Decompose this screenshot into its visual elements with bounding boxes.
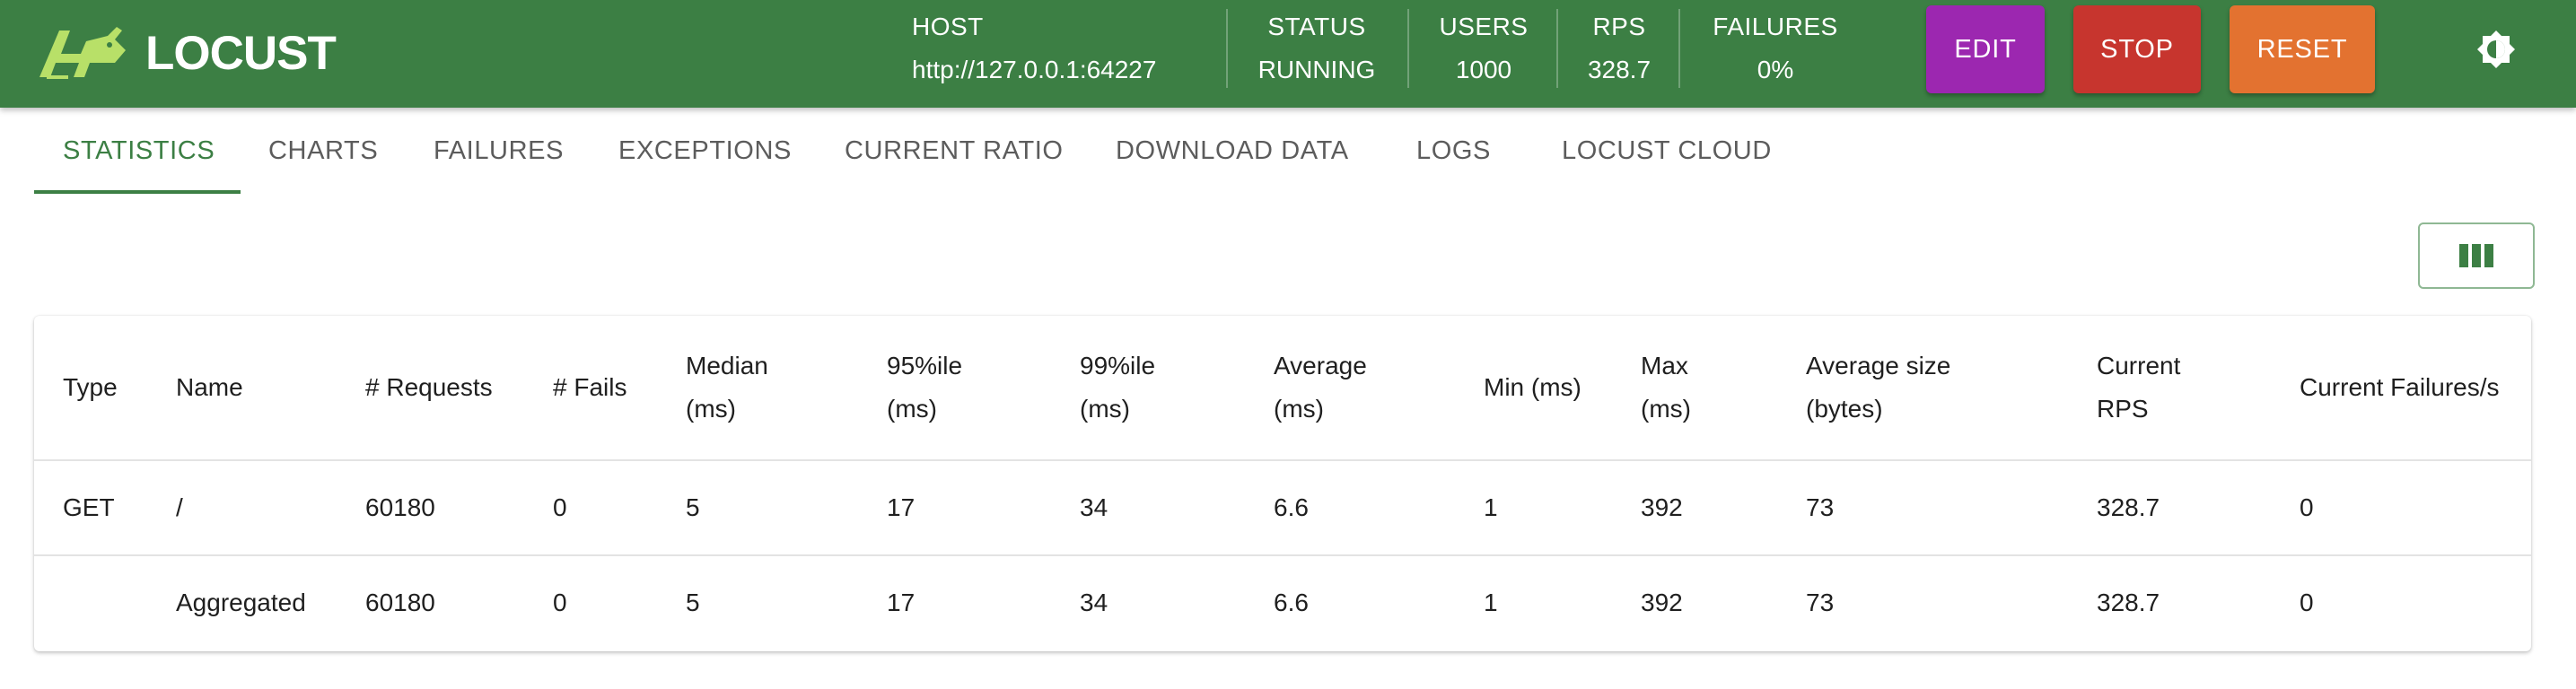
locust-logo-icon bbox=[39, 27, 126, 79]
tab-locust-cloud[interactable]: LOCUST CLOUD bbox=[1562, 109, 1772, 192]
cell-p99: 34 bbox=[1080, 493, 1108, 521]
cell-average: 6.6 bbox=[1274, 589, 1309, 616]
cell-name: / bbox=[176, 493, 183, 521]
tab-current-ratio[interactable]: CURRENT RATIO bbox=[845, 109, 1064, 192]
cell-max: 392 bbox=[1641, 589, 1683, 616]
active-tab-indicator bbox=[34, 190, 241, 194]
rps-label: RPS bbox=[1592, 13, 1646, 40]
cell-average: 6.6 bbox=[1274, 493, 1309, 521]
rps-stat: RPS 328.7 bbox=[1573, 0, 1666, 108]
users-stat: USERS 1000 bbox=[1424, 0, 1544, 108]
cell-name: Aggregated bbox=[176, 589, 306, 616]
cell-current-rps: 328.7 bbox=[2097, 493, 2160, 521]
cell-fails: 0 bbox=[553, 589, 567, 616]
col-header-p99: 99%ile (ms) bbox=[1080, 352, 1156, 423]
locust-logo[interactable]: LOCUST bbox=[34, 23, 337, 83]
theme-toggle-icon[interactable] bbox=[2475, 29, 2517, 70]
row-divider bbox=[34, 459, 2531, 461]
stats-table: Type Name # Requests # Fails Median (ms) … bbox=[34, 316, 2531, 651]
row-divider bbox=[34, 554, 2531, 556]
tab-download-data[interactable]: DOWNLOAD DATA bbox=[1116, 109, 1349, 192]
cell-max: 392 bbox=[1641, 493, 1683, 521]
divider bbox=[1556, 9, 1558, 88]
divider bbox=[1678, 9, 1680, 88]
top-app-bar: LOCUST HOST http://127.0.0.1:64227 STATU… bbox=[0, 0, 2576, 108]
failures-stat: FAILURES 0% bbox=[1693, 0, 1858, 108]
cell-requests: 60180 bbox=[365, 493, 435, 521]
col-header-name: Name bbox=[176, 373, 243, 401]
tab-failures[interactable]: FAILURES bbox=[434, 109, 564, 192]
col-header-type: Type bbox=[63, 373, 118, 401]
tab-statistics[interactable]: STATISTICS bbox=[63, 109, 215, 192]
col-header-median: Median (ms) bbox=[686, 352, 768, 423]
cell-min: 1 bbox=[1484, 493, 1498, 521]
cell-min: 1 bbox=[1484, 589, 1498, 616]
col-header-current-rps: Current RPS bbox=[2097, 352, 2181, 423]
divider bbox=[1226, 9, 1228, 88]
col-header-average: Average (ms) bbox=[1274, 352, 1367, 423]
status-label: STATUS bbox=[1267, 13, 1366, 40]
failures-value: 0% bbox=[1757, 56, 1794, 83]
edit-button[interactable]: EDIT bbox=[1926, 5, 2045, 93]
cell-p95: 17 bbox=[887, 589, 916, 616]
divider bbox=[1407, 9, 1409, 88]
cell-current-failures: 0 bbox=[2300, 493, 2314, 521]
status-value: RUNNING bbox=[1257, 56, 1376, 83]
stop-button[interactable]: STOP bbox=[2073, 5, 2201, 93]
cell-type: GET bbox=[63, 493, 115, 521]
col-header-min: Min (ms) bbox=[1484, 373, 1582, 401]
rps-value: 328.7 bbox=[1587, 56, 1652, 83]
failures-label: FAILURES bbox=[1713, 13, 1838, 40]
host-label: HOST bbox=[912, 13, 984, 40]
column-selector-button[interactable] bbox=[2418, 222, 2535, 289]
cell-fails: 0 bbox=[553, 493, 567, 521]
host-stat: HOST http://127.0.0.1:64227 bbox=[912, 0, 1208, 108]
cell-requests: 60180 bbox=[365, 589, 435, 616]
cell-p99: 34 bbox=[1080, 589, 1108, 616]
reset-button[interactable]: RESET bbox=[2230, 5, 2375, 93]
users-label: USERS bbox=[1439, 13, 1529, 40]
cell-p95: 17 bbox=[887, 493, 916, 521]
cell-median: 5 bbox=[686, 493, 700, 521]
cell-current-failures: 0 bbox=[2300, 589, 2314, 616]
host-value: http://127.0.0.1:64227 bbox=[912, 56, 1157, 83]
cell-avg-size: 73 bbox=[1806, 589, 1835, 616]
col-header-max: Max (ms) bbox=[1641, 352, 1691, 423]
logo-text: LOCUST bbox=[145, 26, 337, 80]
col-header-p95: 95%ile (ms) bbox=[887, 352, 963, 423]
status-stat: STATUS RUNNING bbox=[1242, 0, 1391, 108]
col-header-avg-size: Average size (bytes) bbox=[1806, 352, 1951, 423]
col-header-current-failures: Current Failures/s bbox=[2300, 373, 2500, 401]
tab-charts[interactable]: CHARTS bbox=[268, 109, 378, 192]
col-header-requests: # Requests bbox=[365, 373, 493, 401]
cell-avg-size: 73 bbox=[1806, 493, 1835, 521]
tab-exceptions[interactable]: EXCEPTIONS bbox=[618, 109, 792, 192]
col-header-fails: # Fails bbox=[553, 373, 627, 401]
view-columns-icon bbox=[2459, 244, 2493, 267]
tab-logs[interactable]: LOGS bbox=[1416, 109, 1491, 192]
cell-current-rps: 328.7 bbox=[2097, 589, 2160, 616]
cell-median: 5 bbox=[686, 589, 700, 616]
users-value: 1000 bbox=[1455, 56, 1512, 83]
